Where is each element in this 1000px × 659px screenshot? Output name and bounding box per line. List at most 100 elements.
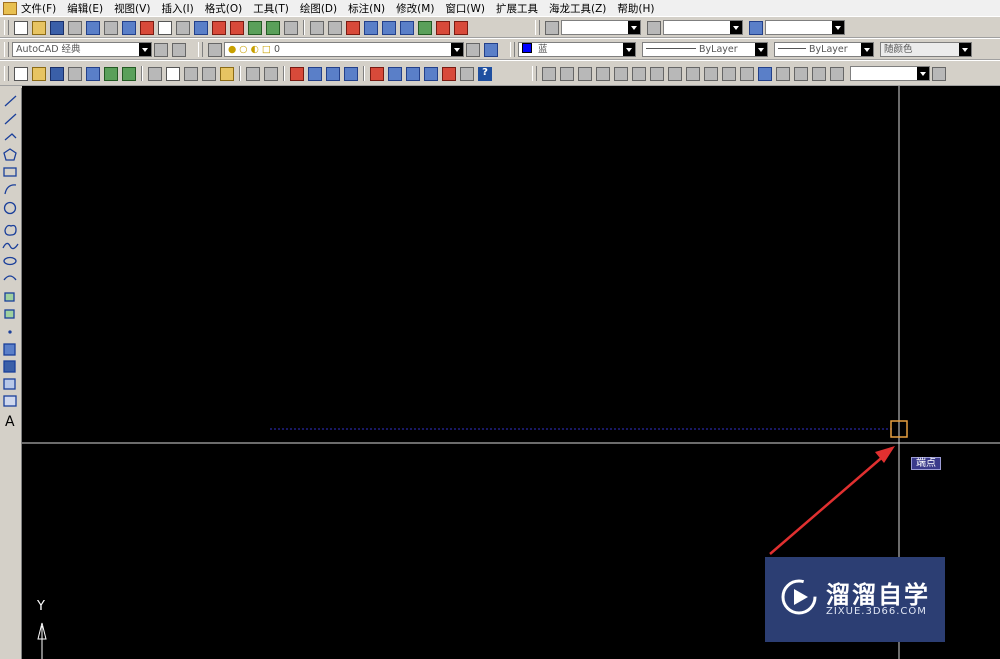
polygon-icon[interactable] (3, 148, 17, 161)
sheet-set-icon[interactable] (454, 20, 468, 35)
redo-icon[interactable] (264, 66, 278, 81)
dim-baseline-icon[interactable] (704, 66, 718, 81)
toolbar-grip[interactable] (535, 20, 540, 35)
quick-dim-icon[interactable] (686, 66, 700, 81)
help-icon[interactable]: ? (478, 66, 492, 81)
chevron-down-icon[interactable] (623, 43, 635, 56)
redo-arrow-icon[interactable] (328, 20, 342, 35)
chevron-down-icon[interactable] (959, 43, 971, 56)
toolbar-grip[interactable] (198, 42, 203, 57)
menu-help[interactable]: 帮助(H) (617, 1, 654, 16)
match-properties-icon[interactable] (194, 20, 208, 35)
spline-icon[interactable] (2, 242, 19, 250)
chevron-down-icon[interactable] (139, 43, 151, 56)
text-style-icon[interactable] (545, 20, 559, 35)
toolbar-grip[interactable] (532, 66, 537, 81)
copy-icon[interactable] (158, 20, 172, 35)
menu-modify[interactable]: 修改(M) (396, 1, 434, 16)
brush-icon[interactable] (220, 66, 234, 81)
menu-draw[interactable]: 绘图(D) (300, 1, 337, 16)
revision-cloud-icon[interactable] (4, 224, 17, 236)
layer-manager-icon[interactable] (208, 42, 222, 57)
dim-text-edit-icon[interactable] (812, 66, 826, 81)
save-icon[interactable] (50, 66, 64, 81)
3d-dwf-icon[interactable] (122, 66, 136, 81)
tool-palettes-icon[interactable] (406, 66, 420, 81)
center-mark-icon[interactable] (776, 66, 790, 81)
my-workspace-icon[interactable] (172, 42, 186, 57)
new-icon[interactable] (14, 20, 28, 35)
plotstyle-combo[interactable]: 随颜色 (880, 42, 972, 57)
qnew-icon[interactable] (14, 66, 28, 81)
publish-icon[interactable] (104, 66, 118, 81)
cut-icon[interactable] (140, 20, 154, 35)
tool-palettes-icon[interactable] (436, 20, 450, 35)
zoom-previous-icon[interactable] (344, 66, 358, 81)
menu-tools[interactable]: 工具(T) (253, 1, 289, 16)
open-icon[interactable] (32, 20, 46, 35)
sheet-set-icon[interactable] (424, 66, 438, 81)
print-icon[interactable] (68, 66, 82, 81)
open-icon[interactable] (32, 66, 46, 81)
quick-leader-icon[interactable] (740, 66, 754, 81)
properties-icon[interactable] (400, 20, 414, 35)
rectangle-icon[interactable] (3, 167, 17, 177)
menu-view[interactable]: 视图(V) (114, 1, 150, 16)
dim-continue-icon[interactable] (722, 66, 736, 81)
undo-icon[interactable] (246, 66, 260, 81)
line-icon[interactable] (4, 95, 17, 107)
design-center-icon[interactable] (388, 66, 402, 81)
menu-file[interactable]: 文件(F) (21, 1, 56, 16)
chevron-down-icon[interactable] (628, 21, 640, 34)
menu-format[interactable]: 格式(O) (205, 1, 242, 16)
dim-jogged-icon[interactable] (632, 66, 646, 81)
plot-preview-icon[interactable] (86, 66, 100, 81)
linetype-combo[interactable]: ByLayer (642, 42, 768, 57)
properties-icon[interactable] (370, 66, 384, 81)
table-style-icon[interactable] (749, 20, 763, 35)
redo-icon[interactable] (248, 20, 262, 35)
tolerance-icon[interactable] (758, 66, 772, 81)
workspace-combo[interactable]: AutoCAD 经典 (12, 42, 152, 57)
layer-previous-icon[interactable] (484, 42, 498, 57)
color-combo[interactable]: 蓝 (518, 42, 636, 57)
app-icon[interactable] (3, 1, 17, 15)
ellipse-arc-icon[interactable] (3, 275, 17, 281)
dim-ordinate-icon[interactable] (596, 66, 610, 81)
dim-style-icon[interactable] (647, 20, 661, 35)
paste-icon[interactable] (176, 20, 190, 35)
print-icon[interactable] (68, 20, 82, 35)
dim-style-combo[interactable] (663, 20, 743, 35)
dim-arc-icon[interactable] (578, 66, 592, 81)
chevron-down-icon[interactable] (755, 43, 767, 56)
point-icon[interactable] (8, 330, 12, 334)
match-properties-icon[interactable] (202, 66, 216, 81)
menu-window[interactable]: 窗口(W) (445, 1, 485, 16)
3d-dwf-icon[interactable] (122, 20, 136, 35)
layer-combo[interactable]: ● ○ ◐ □ 0 (224, 42, 464, 57)
toolbar-grip[interactable] (510, 42, 515, 57)
zoom-window-icon[interactable] (326, 66, 340, 81)
region-icon[interactable] (3, 378, 16, 390)
gradient-icon[interactable] (3, 360, 16, 373)
undo-icon[interactable] (230, 20, 244, 35)
lineweight-combo[interactable]: ByLayer (774, 42, 874, 57)
construction-line-icon[interactable] (4, 113, 17, 125)
save-icon[interactable] (50, 20, 64, 35)
toolbar-grip[interactable] (4, 20, 9, 35)
zoom-previous-icon[interactable] (382, 20, 396, 35)
markup-icon[interactable] (442, 66, 456, 81)
dim-linear-icon[interactable] (542, 66, 556, 81)
insert-block-icon[interactable] (4, 292, 15, 302)
ellipse-icon[interactable] (3, 256, 17, 266)
dim-angular-icon[interactable] (668, 66, 682, 81)
table-style-combo[interactable] (765, 20, 845, 35)
pencil-icon[interactable] (284, 20, 298, 35)
make-block-icon[interactable] (4, 309, 15, 319)
publish-icon[interactable] (104, 20, 118, 35)
pan-realtime-icon[interactable] (290, 66, 304, 81)
plot-preview-icon[interactable] (86, 20, 100, 35)
menu-express-tools[interactable]: 扩展工具 (496, 1, 538, 16)
block-editor-icon[interactable] (212, 20, 226, 35)
toolbar-grip[interactable] (4, 42, 9, 57)
